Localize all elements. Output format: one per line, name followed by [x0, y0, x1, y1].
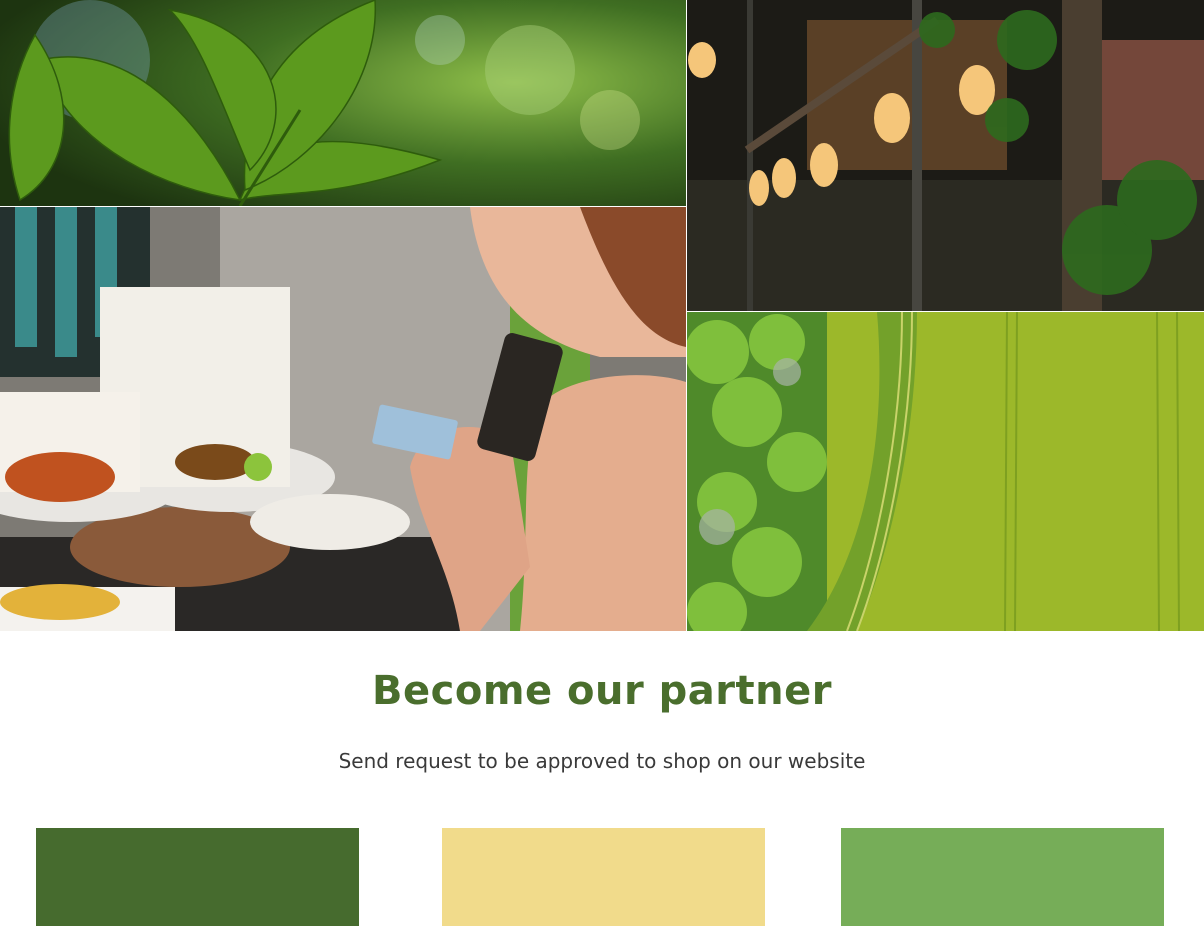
green-leaves-photo — [0, 0, 686, 206]
food-payment-photo — [0, 207, 686, 631]
aerial-field-photo — [687, 312, 1204, 631]
partner-card-yellow[interactable] — [442, 828, 765, 926]
partner-title: Become our partner — [372, 668, 832, 714]
partner-card-light-green[interactable] — [841, 828, 1164, 926]
partner-card-dark-green[interactable] — [36, 828, 359, 926]
partner-subtitle: Send request to be approved to shop on o… — [338, 749, 866, 773]
cafe-lights-photo — [687, 0, 1204, 311]
